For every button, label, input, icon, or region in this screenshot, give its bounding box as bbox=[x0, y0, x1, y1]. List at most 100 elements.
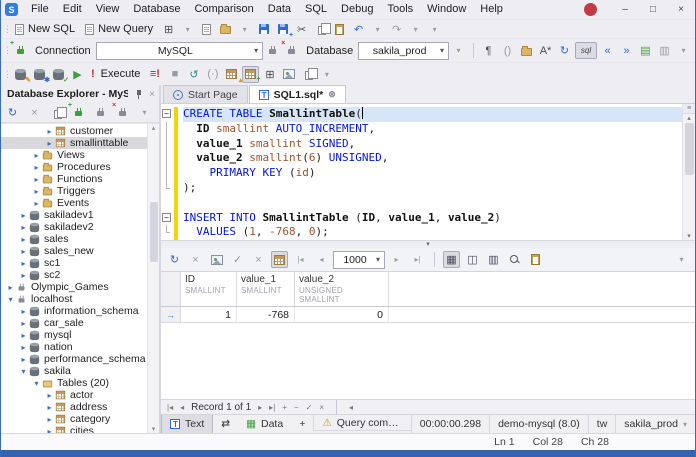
tree-item-olympic_games[interactable]: ▸Olympic_Games bbox=[1, 281, 147, 293]
connection-select[interactable]: MySQL ▾ bbox=[96, 42, 264, 60]
next-record-button[interactable]: ▸ bbox=[258, 403, 262, 412]
run-button[interactable]: ▶ bbox=[69, 66, 86, 83]
execute-script-button[interactable]: ≡! bbox=[147, 66, 164, 83]
tree-item-localhost[interactable]: ▾localhost bbox=[1, 293, 147, 305]
undo-dropdown-icon[interactable]: ▾ bbox=[369, 21, 386, 38]
column-header-id[interactable]: IDSMALLINT bbox=[181, 272, 237, 306]
connect-button[interactable] bbox=[264, 42, 281, 59]
collapse-arrow-icon[interactable]: ▾ bbox=[18, 367, 29, 376]
expand-arrow-icon[interactable]: ▸ bbox=[5, 283, 16, 292]
editor-line[interactable]: −INSERT INTO SmallintTable (ID, value_1,… bbox=[161, 211, 682, 226]
expand-arrow-icon[interactable]: ▸ bbox=[44, 139, 55, 148]
tree-item-tables-20-[interactable]: ▾Tables (20) bbox=[1, 377, 147, 389]
collapse-arrow-icon[interactable]: ▾ bbox=[5, 295, 16, 304]
grid-view-button[interactable]: ▦ bbox=[443, 251, 460, 268]
delete-record-button[interactable]: − bbox=[294, 403, 299, 412]
edit-database-button[interactable]: ✎ bbox=[12, 66, 29, 83]
explorer-refresh-button[interactable]: ↻ bbox=[4, 104, 21, 121]
previous-page-button[interactable]: ◂ bbox=[313, 251, 330, 268]
hscroll-left-icon[interactable]: ◂ bbox=[349, 403, 353, 412]
editor-scrollbar[interactable]: ≡ ▴ ▾ bbox=[682, 104, 695, 240]
grid-corner[interactable] bbox=[161, 272, 181, 306]
tree-item-sales[interactable]: ▸sales bbox=[1, 233, 147, 245]
grid-cell[interactable]: 0 bbox=[295, 307, 389, 322]
execute-button[interactable]: ! Execute bbox=[87, 67, 146, 81]
decrease-indent-button[interactable]: « bbox=[599, 42, 616, 59]
grid-data-row[interactable]: → 1-7680 bbox=[161, 307, 695, 323]
editor-line[interactable]: PRIMARY KEY (id) bbox=[161, 166, 682, 181]
add-view-button[interactable]: + bbox=[291, 415, 313, 433]
tree-item-events[interactable]: ▸Events bbox=[1, 197, 147, 209]
editor-line[interactable]: VALUES (1, -768, 0); bbox=[161, 225, 682, 240]
disconnect-button[interactable]: × bbox=[283, 42, 300, 59]
menu-view[interactable]: View bbox=[89, 0, 127, 19]
export-button[interactable] bbox=[299, 66, 316, 83]
expand-arrow-icon[interactable]: ▸ bbox=[31, 175, 42, 184]
new-sql-button[interactable]: New SQL bbox=[11, 22, 81, 36]
parameters-button[interactable]: ¶ bbox=[480, 42, 497, 59]
tree-item-procedures[interactable]: ▸Procedures bbox=[1, 161, 147, 173]
editor-line[interactable]: −CREATE TABLE SmallintTable( bbox=[161, 107, 682, 122]
tree-item-sc1[interactable]: ▸sc1 bbox=[1, 257, 147, 269]
undo-button[interactable]: ↶ bbox=[350, 21, 367, 38]
next-page-button[interactable]: ▸ bbox=[388, 251, 405, 268]
outline-collapse-icon[interactable]: − bbox=[162, 213, 171, 222]
tree-item-sakiladev2[interactable]: ▸sakiladev2 bbox=[1, 221, 147, 233]
tree-item-smallinttable[interactable]: ▸smallinttable bbox=[1, 137, 147, 149]
collapse-results-icon[interactable]: ▾ bbox=[426, 242, 430, 248]
tab-text[interactable]: Text bbox=[161, 415, 213, 433]
last-page-button[interactable]: ▸| bbox=[409, 251, 426, 268]
validate-database-button[interactable]: ✓ bbox=[50, 66, 67, 83]
menu-tools[interactable]: Tools bbox=[380, 0, 420, 19]
editor-line[interactable]: value_2 smallint(6) UNSIGNED, bbox=[161, 151, 682, 166]
tree-item-category[interactable]: ▸category bbox=[1, 413, 147, 425]
stop-button[interactable]: ■ bbox=[166, 66, 183, 83]
expand-arrow-icon[interactable]: ▸ bbox=[44, 427, 55, 434]
menu-sql[interactable]: SQL bbox=[298, 0, 334, 19]
tree-item-triggers[interactable]: ▸Triggers bbox=[1, 185, 147, 197]
editor-line[interactable] bbox=[161, 196, 682, 211]
tree-item-performance_schema[interactable]: ▸performance_schema bbox=[1, 353, 147, 365]
tree-item-actor[interactable]: ▸actor bbox=[1, 389, 147, 401]
menu-window[interactable]: Window bbox=[420, 0, 473, 19]
new-document-button[interactable] bbox=[198, 21, 215, 38]
grid-cell[interactable]: 1 bbox=[181, 307, 237, 322]
import-table-button[interactable]: ▴ bbox=[223, 66, 240, 83]
redo-dropdown-icon[interactable]: ▾ bbox=[407, 21, 424, 38]
editor-line[interactable]: ID smallint AUTO_INCREMENT, bbox=[161, 122, 682, 137]
swap-view-button[interactable]: ⇄ bbox=[213, 415, 238, 433]
format-sql-button[interactable]: sql bbox=[575, 42, 597, 59]
execute-toolbar-grip[interactable]: ⋮ bbox=[3, 69, 11, 80]
tab-start-page[interactable]: Start Page bbox=[163, 85, 248, 103]
explorer-overflow-icon[interactable]: ▾ bbox=[136, 104, 153, 121]
menu-database[interactable]: Database bbox=[126, 0, 187, 19]
tree-item-address[interactable]: ▸address bbox=[1, 401, 147, 413]
uncomment-button[interactable]: ▥ bbox=[656, 42, 673, 59]
card-view-button[interactable]: ◫ bbox=[464, 251, 481, 268]
menu-debug[interactable]: Debug bbox=[334, 0, 380, 19]
tree-item-sakiladev1[interactable]: ▸sakiladev1 bbox=[1, 209, 147, 221]
expand-arrow-icon[interactable]: ▸ bbox=[18, 247, 29, 256]
page-size-select[interactable]: 1000 ▾ bbox=[333, 251, 385, 269]
data-options-button[interactable] bbox=[527, 251, 544, 268]
explorer-duplicate-button[interactable] bbox=[48, 104, 65, 121]
expand-arrow-icon[interactable]: ▸ bbox=[31, 151, 42, 160]
new-window-dropdown-icon[interactable]: ▾ bbox=[179, 21, 196, 38]
maximize-button[interactable]: □ bbox=[639, 0, 667, 19]
tab-sql1[interactable]: SQL1.sql* ⊗ bbox=[249, 85, 346, 103]
expand-arrow-icon[interactable]: ▸ bbox=[18, 319, 29, 328]
toolbar1-overflow-icon[interactable]: ▾ bbox=[426, 21, 443, 38]
expand-arrow-icon[interactable]: ▸ bbox=[18, 307, 29, 316]
split-handle-icon[interactable]: ≡ bbox=[683, 104, 695, 114]
tree-item-views[interactable]: ▸Views bbox=[1, 149, 147, 161]
tree-item-sc2[interactable]: ▸sc2 bbox=[1, 269, 147, 281]
column-chooser-button[interactable]: ▥ bbox=[485, 251, 502, 268]
expand-arrow-icon[interactable]: ▸ bbox=[31, 199, 42, 208]
copy-button[interactable] bbox=[312, 21, 329, 38]
expand-arrow-icon[interactable]: ▸ bbox=[18, 343, 29, 352]
increase-indent-button[interactable]: » bbox=[618, 42, 635, 59]
database-select[interactable]: sakila_prod ▾ bbox=[358, 42, 449, 60]
new-table-button[interactable]: + bbox=[242, 66, 259, 83]
first-page-button[interactable]: |◂ bbox=[292, 251, 309, 268]
redo-button[interactable]: ↷ bbox=[388, 21, 405, 38]
